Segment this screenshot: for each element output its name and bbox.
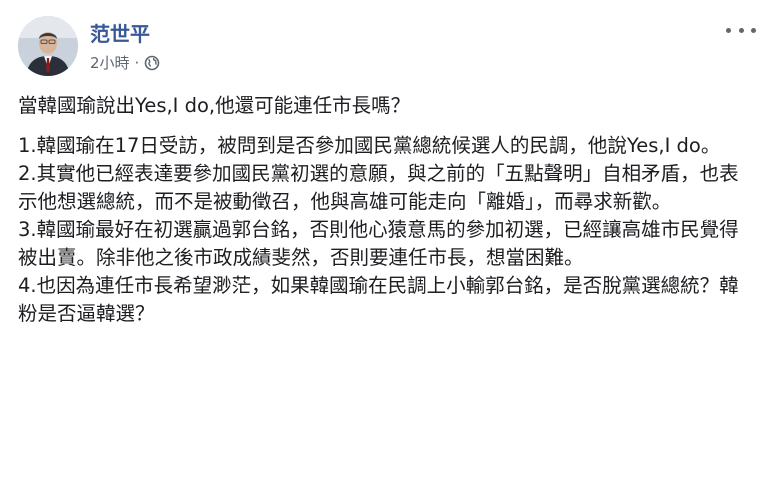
post-header: 范世平 2小時 · [18,16,758,80]
post-meta: 2小時 · [90,54,160,72]
avatar-image [18,16,78,76]
post-timestamp[interactable]: 2小時 [90,54,130,72]
post-body: 當韓國瑜說出Yes,I do,他還可能連任市長嗎？ 1.韓國瑜在17日受訪，被問… [18,92,748,328]
post-lead-text: 當韓國瑜說出Yes,I do,他還可能連任市長嗎？ [18,94,411,117]
post-paragraph-3: 3.韓國瑜最好在初選贏過郭台銘，否則他心猿意馬的參加初選，已經讓高雄市民覺得被出… [18,218,739,269]
post-paragraph-2: 2.其實他已經表達要參加國民黨初選的意願，與之前的「五點聲明」自相矛盾，也表示他… [18,162,739,213]
more-dot [751,27,756,33]
post-paragraph-1: 1.韓國瑜在17日受訪，被問到是否參加國民黨總統候選人的民調，他說Yes,I d… [18,134,721,157]
more-dot [726,27,731,33]
author-name[interactable]: 范世平 [90,22,150,46]
facebook-post: 范世平 2小時 · 當韓國瑜說出Yes,I do,他還可能連任市長嗎？ 1.韓國… [0,0,771,480]
more-dot [738,27,744,33]
more-options-icon[interactable] [726,20,756,40]
post-paragraph-4: 4.也因為連任市長希望渺茫，如果韓國瑜在民調上小輸郭台銘，是否脫黨選總統？韓粉是… [18,274,739,325]
meta-separator: · [134,54,140,72]
globe-icon[interactable] [144,55,160,71]
avatar[interactable] [18,16,78,76]
